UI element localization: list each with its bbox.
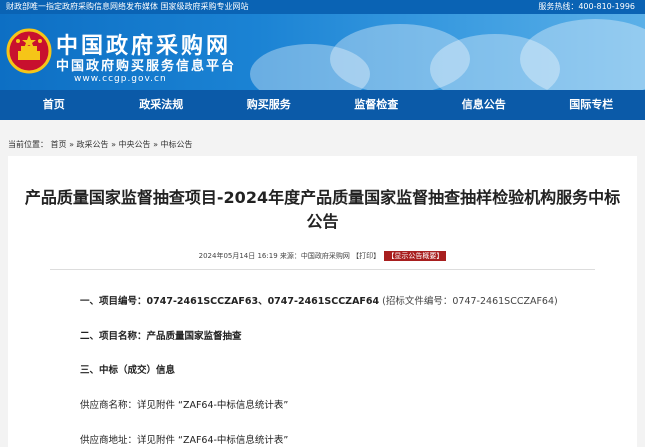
top-info-left: 财政部唯一指定政府采购信息网络发布媒体 国家级政府采购专业网站 [6, 2, 249, 11]
project-name-value: 产品质量国家监督抽查 [146, 331, 242, 342]
supplier-name-line: 供应商名称：详见附件 “ZAF64-中标信息统计表” [80, 400, 289, 411]
project-number-label: 一、项目编号： [80, 296, 147, 307]
site-banner: 中国政府采购网 中国政府购买服务信息平台 www.ccgp.gov.cn [0, 14, 645, 90]
article-date: 2024年05月14日 16:19 [198, 252, 278, 260]
supplier-address-line: 供应商地址：详见附件 “ZAF64-中标信息统计表” [80, 435, 289, 446]
nav-regulations[interactable]: 政采法规 [108, 90, 216, 120]
tender-file-number: (招标文件编号：0747-2461SCCZAF64) [382, 296, 558, 307]
nav-international[interactable]: 国际专栏 [538, 90, 645, 120]
project-number-value: 0747-2461SCCZAF63、0747-2461SCCZAF64 [146, 296, 380, 307]
breadcrumb-central[interactable]: 中央公告 [119, 140, 151, 149]
print-link[interactable]: 【打印】 [352, 252, 380, 260]
article-title: 产品质量国家监督抽查项目-2024年度产品质量国家监督抽查抽样检验机构服务中标公… [24, 188, 621, 231]
breadcrumb-prefix: 当前位置： [8, 140, 48, 149]
project-number-line: 一、项目编号：0747-2461SCCZAF63、0747-2461SCCZAF… [80, 293, 558, 307]
breadcrumb-home[interactable]: 首页 [51, 140, 67, 149]
national-emblem-icon [6, 28, 52, 74]
main-nav: 首页 政采法规 购买服务 监督检查 信息公告 国际专栏 [0, 90, 645, 120]
project-name-line: 二、项目名称：产品质量国家监督抽查 [80, 328, 242, 342]
divider [50, 269, 595, 270]
nav-purchase-services[interactable]: 购买服务 [215, 90, 323, 120]
service-hotline: 服务热线：400-810-1996 [538, 2, 635, 11]
article-meta: 2024年05月14日 16:19 来源：中国政府采购网 【打印】 【显示公告概… [8, 251, 637, 261]
breadcrumb-award[interactable]: 中标公告 [161, 140, 193, 149]
site-subtitle: 中国政府购买服务信息平台 [56, 59, 237, 74]
breadcrumb: 当前位置： 首页 » 政采公告 » 中央公告 » 中标公告 [8, 140, 193, 149]
breadcrumb-announcements[interactable]: 政采公告 [77, 140, 109, 149]
article-source: 来源：中国政府采购网 [279, 252, 350, 260]
show-summary-button[interactable]: 【显示公告概要】 [384, 251, 447, 261]
nav-announcements[interactable]: 信息公告 [430, 90, 538, 120]
project-name-label: 二、项目名称： [80, 331, 147, 342]
award-info-heading: 三、中标（成交）信息 [80, 365, 176, 376]
site-url: www.ccgp.gov.cn [74, 74, 167, 84]
nav-supervision[interactable]: 监督检查 [323, 90, 431, 120]
article-card: 产品质量国家监督抽查项目-2024年度产品质量国家监督抽查抽样检验机构服务中标公… [8, 156, 637, 447]
nav-home[interactable]: 首页 [0, 90, 108, 120]
top-info-bar: 财政部唯一指定政府采购信息网络发布媒体 国家级政府采购专业网站 服务热线：400… [0, 0, 645, 14]
